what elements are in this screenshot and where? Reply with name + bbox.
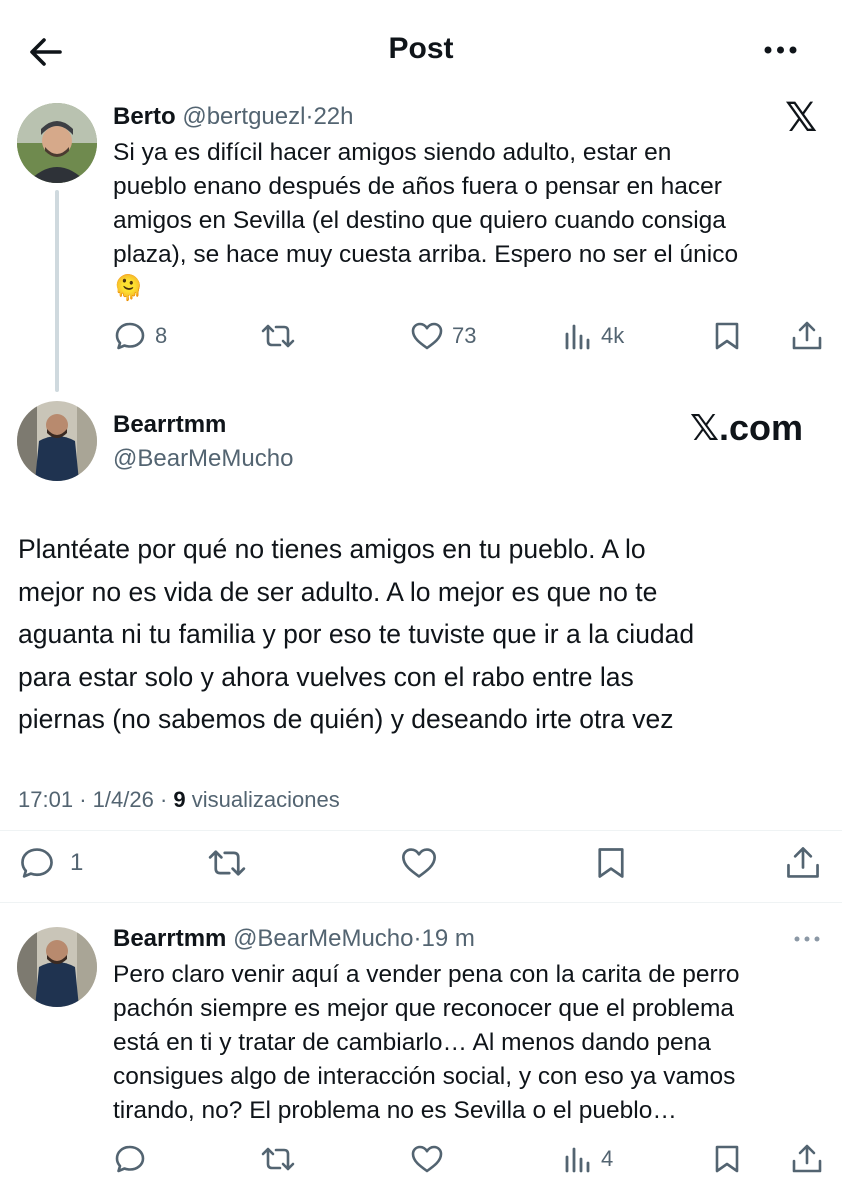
- author-name[interactable]: Berto: [113, 103, 176, 130]
- avatar-bearrtmm[interactable]: [17, 401, 97, 481]
- tweet-meta: 17:01 · 1/4/26 · 9 visualizaciones: [18, 785, 340, 815]
- views-count[interactable]: 9: [173, 787, 185, 812]
- share-button[interactable]: [790, 1143, 824, 1175]
- analytics-icon: [565, 1147, 590, 1173]
- separator-dot: ·: [159, 787, 168, 812]
- retweet-icon: [261, 324, 295, 348]
- heart-icon: [402, 848, 436, 878]
- more-options-icon[interactable]: [793, 932, 823, 951]
- heart-icon: [411, 322, 443, 350]
- retweet-button[interactable]: [206, 845, 248, 881]
- like-button[interactable]: [410, 1143, 444, 1175]
- views-button[interactable]: 4: [563, 1143, 613, 1175]
- tweet-time[interactable]: 22h: [313, 103, 353, 130]
- x-logo-icon: 𝕏: [785, 96, 818, 140]
- share-icon: [787, 847, 819, 878]
- reply-count: 1: [70, 849, 84, 876]
- author-handle[interactable]: @BearMeMucho: [233, 925, 413, 952]
- share-button[interactable]: [790, 320, 824, 352]
- top-bar: Post: [0, 0, 842, 100]
- tweet-text-line: piernas (no sabemos de quién) y deseando…: [18, 704, 674, 734]
- like-count: 73: [452, 323, 477, 348]
- reply-icon: [115, 322, 145, 350]
- page-title: Post: [388, 32, 454, 65]
- share-icon: [792, 321, 822, 350]
- author-name[interactable]: Bearrtmm: [113, 925, 226, 952]
- heart-icon: [411, 1145, 443, 1173]
- views-count: 4k: [601, 323, 625, 348]
- views-button[interactable]: 4k: [563, 320, 624, 352]
- analytics-icon: [565, 324, 590, 350]
- like-button[interactable]: [400, 845, 438, 881]
- thread-connector-line: [55, 190, 59, 392]
- divider: [0, 902, 842, 903]
- divider: [0, 830, 842, 831]
- more-options-icon[interactable]: [762, 40, 802, 60]
- tweet-header: Bearrtmm @BearMeMucho·19 m: [113, 922, 475, 956]
- like-button[interactable]: 73: [410, 320, 476, 352]
- share-icon: [792, 1144, 822, 1173]
- tweet-header: Berto @bertguezl·22h: [113, 100, 353, 134]
- author-handle[interactable]: @BearMeMucho: [113, 442, 293, 476]
- separator-dot: ·: [413, 925, 422, 952]
- retweet-icon: [208, 850, 246, 876]
- tweet-text-line: pueblo enano después de años fuera o pen…: [113, 173, 722, 200]
- x-com-watermark: 𝕏.com: [690, 407, 804, 448]
- bookmark-icon: [715, 1145, 739, 1173]
- tweet-time[interactable]: 19 m: [422, 925, 475, 952]
- tweet-text-line: aguanta ni tu familia y por eso te tuvis…: [18, 619, 695, 649]
- share-button[interactable]: [784, 845, 822, 881]
- tweet-text-line: para estar solo y ahora vuelves con el r…: [18, 661, 634, 692]
- tweet-text-line: pachón siempre es mejor que reconocer qu…: [113, 995, 735, 1022]
- retweet-button[interactable]: [260, 1143, 296, 1175]
- avatar-berto[interactable]: [17, 103, 97, 183]
- tweet-body: Plantéate por qué no tienes amigos en tu…: [18, 528, 694, 741]
- tweet-text-line: plaza), se hace muy cuesta arriba. Esper…: [113, 241, 739, 268]
- tweet-text-line: Plantéate por qué no tienes amigos en tu…: [18, 534, 646, 564]
- retweet-button[interactable]: [260, 320, 296, 352]
- tweet-text-line: consigues algo de interacción social, y …: [113, 1063, 736, 1090]
- avatar-bearrtmm[interactable]: [17, 927, 97, 1007]
- views-count: 4: [601, 1146, 614, 1171]
- bookmark-button[interactable]: [712, 1143, 742, 1175]
- reply-button[interactable]: 1: [18, 845, 83, 881]
- tweet-date: 1/4/26: [92, 787, 154, 812]
- views-label[interactable]: visualizaciones: [192, 787, 340, 812]
- tweet-text-line: Pero claro venir aquí a vender pena con …: [113, 961, 740, 988]
- bookmark-button[interactable]: [594, 845, 628, 881]
- author-handle[interactable]: @bertguezl: [182, 103, 305, 130]
- tweet-text-line: Si ya es difícil hacer amigos siendo adu…: [113, 139, 672, 166]
- retweet-icon: [261, 1147, 295, 1171]
- tweet-time: 17:01: [18, 787, 74, 812]
- reply-button[interactable]: [113, 1143, 147, 1175]
- reply-button[interactable]: 8: [113, 320, 167, 352]
- tweet-body: Pero claro venir aquí a vender pena con …: [113, 958, 740, 1128]
- reply-icon: [115, 1145, 145, 1173]
- bookmark-icon: [598, 848, 624, 878]
- tweet-body: Si ya es difícil hacer amigos siendo adu…: [113, 136, 738, 306]
- reply-icon: [21, 848, 53, 878]
- bookmark-button[interactable]: [712, 320, 742, 352]
- reply-count: 8: [155, 323, 168, 348]
- separator-dot: ·: [79, 787, 87, 812]
- tweet-text-line: tirando, no? El problema no es Sevilla o…: [113, 1097, 677, 1124]
- tweet-text-line: amigos en Sevilla (el destino que quiero…: [113, 207, 726, 234]
- melting-face-emoji: 🫠: [113, 275, 144, 302]
- tweet-text-line: está en ti y tratar de cambiarlo… Al men…: [113, 1029, 711, 1056]
- tweet-text-line: mejor no es vida de ser adulto. A lo mej…: [18, 576, 658, 607]
- author-name[interactable]: Bearrtmm: [113, 408, 226, 442]
- bookmark-icon: [715, 322, 739, 350]
